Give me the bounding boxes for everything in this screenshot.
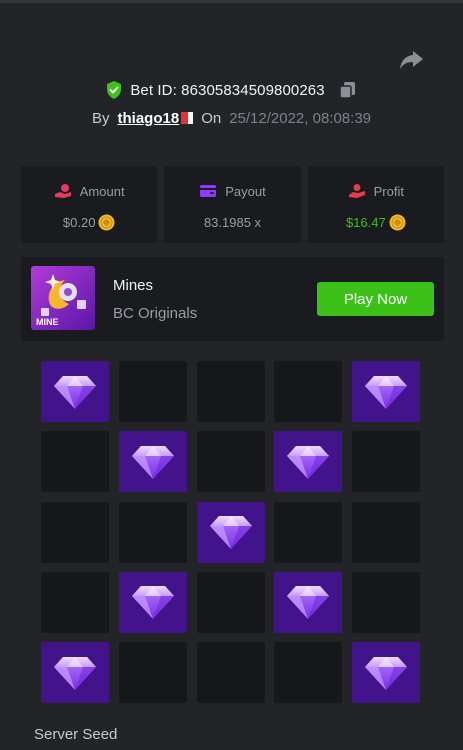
server-seed-label: Server Seed (34, 726, 118, 743)
board-cell-empty (118, 361, 187, 422)
board-cell-empty (274, 361, 343, 422)
board-cell-empty (352, 431, 420, 493)
board-cell-empty (274, 501, 343, 563)
board-cell-empty (118, 642, 187, 703)
share-arrow-icon[interactable] (398, 48, 424, 72)
thumb-label: MINE (36, 317, 59, 327)
wallet-icon (199, 183, 217, 199)
board-cell-empty (196, 431, 265, 493)
board-cell-empty (41, 571, 109, 633)
bet-id-value: 86305834509800263 (181, 81, 325, 99)
game-provider: BC Originals (113, 305, 198, 322)
bet-id-row: Bet ID: 86305834509800263 (0, 80, 463, 100)
diamond-icon (131, 444, 175, 480)
mines-board (41, 361, 420, 703)
game-card: MINE Mines BC Originals Play Now (21, 257, 444, 341)
board-cell-empty (352, 501, 420, 563)
payout-value: 83.1985 x (203, 214, 262, 230)
game-thumbnail[interactable]: MINE (31, 266, 95, 330)
diamond-icon (364, 655, 408, 691)
amount-value: $0.20 (62, 214, 96, 230)
board-cell-empty (196, 642, 265, 703)
profit-label: Profit (373, 183, 404, 199)
board-cell-gem (274, 431, 343, 493)
diamond-icon (53, 374, 97, 410)
bcd-coin-icon (98, 214, 115, 231)
board-cell-gem (118, 571, 187, 633)
top-divider (0, 0, 463, 3)
board-cell-empty (352, 571, 420, 633)
board-cell-gem (196, 501, 265, 563)
profit-hand-icon (348, 183, 366, 199)
board-cell-empty (196, 361, 265, 422)
shield-check-icon (106, 81, 122, 99)
peru-flag-icon (181, 111, 194, 124)
profit-value: $16.47 (345, 214, 386, 230)
bet-id-text: Bet ID: 86305834509800263 (130, 82, 324, 99)
board-cell-empty (41, 431, 109, 493)
profit-card: Profit $16.47 (307, 166, 444, 243)
board-cell-gem (274, 571, 343, 633)
bet-stats: Amount $0.20 Payout 83.1985 x Profit $16… (21, 166, 444, 243)
on-label: On (201, 109, 222, 127)
payout-label: Payout (225, 183, 266, 199)
board-cell-gem (118, 431, 187, 493)
board-cell-gem (352, 361, 420, 422)
coins-hand-icon (54, 183, 72, 199)
play-now-button[interactable]: Play Now (317, 282, 434, 316)
username-link[interactable]: thiago18 (118, 110, 194, 127)
diamond-icon (131, 584, 175, 620)
board-cell-gem (41, 642, 109, 703)
amount-card: Amount $0.20 (21, 166, 158, 243)
diamond-icon (53, 655, 97, 691)
diamond-icon (364, 374, 408, 410)
board-cell-gem (352, 642, 420, 703)
diamond-icon (286, 444, 330, 480)
by-label: By (91, 109, 110, 127)
board-cell-gem (41, 361, 109, 422)
bet-date: 25/12/2022, 08:08:39 (229, 109, 371, 127)
copy-icon[interactable] (338, 81, 357, 99)
diamond-icon (286, 584, 330, 620)
bet-id-label: Bet ID: (130, 81, 177, 99)
diamond-icon (209, 514, 253, 550)
board-cell-empty (41, 501, 109, 563)
game-name[interactable]: Mines (113, 277, 153, 294)
username-text: thiago18 (117, 109, 180, 127)
payout-card: Payout 83.1985 x (164, 166, 301, 243)
board-cell-empty (274, 642, 343, 703)
amount-label: Amount (79, 183, 125, 199)
bcd-coin-icon (389, 214, 406, 231)
author-row: By thiago18 On 25/12/2022, 08:08:39 (0, 108, 463, 128)
board-cell-empty (118, 501, 187, 563)
board-cell-empty (196, 571, 265, 633)
